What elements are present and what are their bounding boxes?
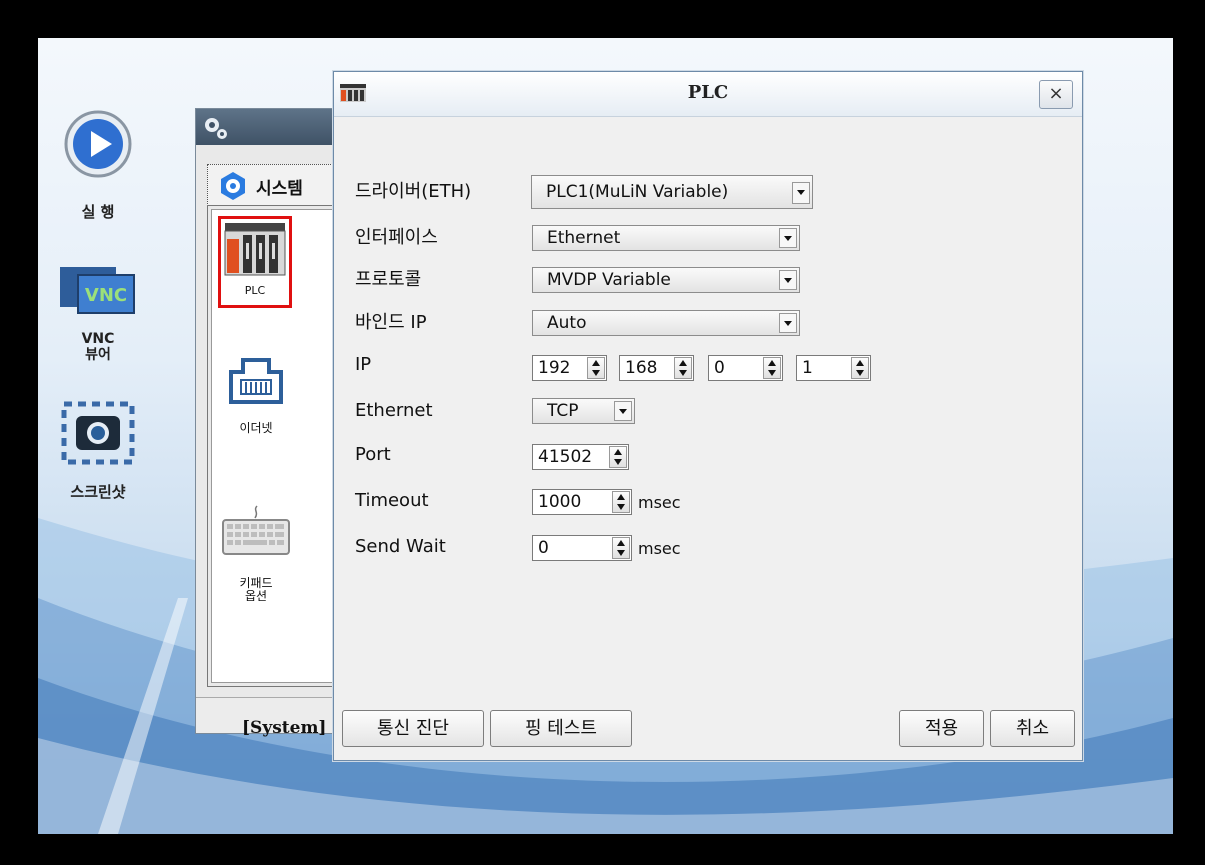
- protocol-dropdown-arrow[interactable]: [779, 270, 797, 290]
- timeout-value: 1000: [538, 492, 582, 512]
- timeout-input[interactable]: 1000: [532, 489, 632, 515]
- vnc-label: VNC 뷰어: [81, 331, 115, 363]
- driver-select[interactable]: PLC1(MuLiN Variable): [531, 175, 813, 209]
- footer-system-text: [System]: [242, 718, 327, 738]
- close-button[interactable]: ×: [1039, 80, 1073, 109]
- vnc-icon: VNC: [60, 267, 135, 314]
- driver-label: 드라이버(ETH): [355, 181, 472, 202]
- panel-item-keypad[interactable]: 키패드 옵션: [196, 502, 316, 603]
- ethernet-port-icon: [229, 358, 283, 404]
- panel-item-ethernet-label: 이더넷: [239, 421, 273, 435]
- desktop-screen: 실 행 VNC VNC 뷰어 스크린샷 시스템 PLC 이더넷 키패드 옵션 […: [38, 38, 1173, 834]
- comm-diagnose-button[interactable]: 통신 진단: [342, 710, 484, 747]
- tab-system[interactable]: 시스템: [207, 164, 347, 206]
- port-value: 41502: [538, 447, 593, 467]
- panel-item-plc[interactable]: PLC: [218, 216, 292, 308]
- send-wait-unit: msec: [638, 539, 681, 558]
- desktop-vnc[interactable]: VNC VNC 뷰어: [38, 265, 158, 363]
- play-icon: [64, 110, 132, 178]
- send-wait-input[interactable]: 0: [532, 535, 632, 561]
- send-wait-label: Send Wait: [355, 536, 446, 557]
- ip-octet-3-stepper[interactable]: [763, 357, 781, 379]
- bind-ip-select[interactable]: Auto: [532, 310, 800, 336]
- driver-dropdown-arrow[interactable]: [792, 182, 810, 204]
- port-stepper[interactable]: [609, 446, 627, 468]
- send-wait-value: 0: [538, 538, 549, 558]
- close-icon: ×: [1048, 83, 1064, 104]
- screenshot-label: 스크린샷: [70, 483, 126, 501]
- ip-label: IP: [355, 354, 372, 375]
- interface-dropdown-arrow[interactable]: [779, 228, 797, 248]
- protocol-select[interactable]: MVDP Variable: [532, 267, 800, 293]
- ip-octet-2-value: 168: [625, 358, 658, 378]
- protocol-label: 프로토콜: [355, 269, 422, 290]
- interface-label: 인터페이스: [355, 227, 438, 248]
- tab-system-label: 시스템: [256, 179, 303, 199]
- desktop-run[interactable]: 실 행: [38, 108, 158, 220]
- ethernet-value: TCP: [547, 401, 579, 421]
- bind-ip-dropdown-arrow[interactable]: [779, 313, 797, 333]
- svg-text:VNC: VNC: [85, 285, 127, 306]
- timeout-label: Timeout: [355, 490, 429, 511]
- interface-value: Ethernet: [547, 228, 621, 248]
- ethernet-select[interactable]: TCP: [532, 398, 635, 424]
- panel-item-keypad-label: 키패드 옵션: [239, 576, 273, 603]
- keyboard-icon: [222, 505, 290, 555]
- port-input[interactable]: 41502: [532, 444, 629, 470]
- run-label: 실 행: [81, 203, 115, 221]
- apply-button[interactable]: 적용: [899, 710, 984, 747]
- camera-icon: [61, 401, 135, 465]
- panel-item-ethernet[interactable]: 이더넷: [196, 346, 316, 436]
- gear-icon: [205, 118, 227, 139]
- ip-octet-4[interactable]: 1: [796, 355, 871, 381]
- system-settings-icon: [221, 172, 245, 200]
- send-wait-stepper[interactable]: [612, 537, 630, 559]
- desktop-screenshot[interactable]: 스크린샷: [38, 398, 158, 500]
- timeout-unit: msec: [638, 493, 681, 512]
- system-icon-panel: PLC 이더넷 키패드 옵션: [207, 205, 347, 687]
- ip-octet-1-value: 192: [538, 358, 571, 378]
- plc-dialog-title: PLC: [687, 82, 729, 103]
- ip-octet-1[interactable]: 192: [532, 355, 607, 381]
- ethernet-label: Ethernet: [355, 400, 433, 421]
- port-label: Port: [355, 444, 391, 465]
- ip-octet-4-stepper[interactable]: [851, 357, 869, 379]
- ip-octet-4-value: 1: [802, 358, 813, 378]
- bind-ip-label: 바인드 IP: [355, 312, 427, 333]
- ethernet-dropdown-arrow[interactable]: [614, 401, 632, 421]
- ip-octet-1-stepper[interactable]: [587, 357, 605, 379]
- interface-select[interactable]: Ethernet: [532, 225, 800, 251]
- timeout-stepper[interactable]: [612, 491, 630, 513]
- plc-icon: [224, 223, 286, 276]
- bind-ip-value: Auto: [547, 313, 587, 333]
- plc-dialog: PLC × 드라이버(ETH) PLC1(MuLiN Variable) 인터페…: [333, 71, 1083, 761]
- cancel-button[interactable]: 취소: [990, 710, 1075, 747]
- protocol-value: MVDP Variable: [547, 270, 671, 290]
- ping-test-button[interactable]: 핑 테스트: [490, 710, 632, 747]
- ip-octet-3-value: 0: [714, 358, 725, 378]
- ip-octet-2-stepper[interactable]: [674, 357, 692, 379]
- driver-value: PLC1(MuLiN Variable): [546, 182, 729, 202]
- plc-dialog-titlebar: PLC ×: [334, 72, 1082, 117]
- ip-octet-2[interactable]: 168: [619, 355, 694, 381]
- ip-octet-3[interactable]: 0: [708, 355, 783, 381]
- panel-item-plc-label: PLC: [244, 284, 266, 297]
